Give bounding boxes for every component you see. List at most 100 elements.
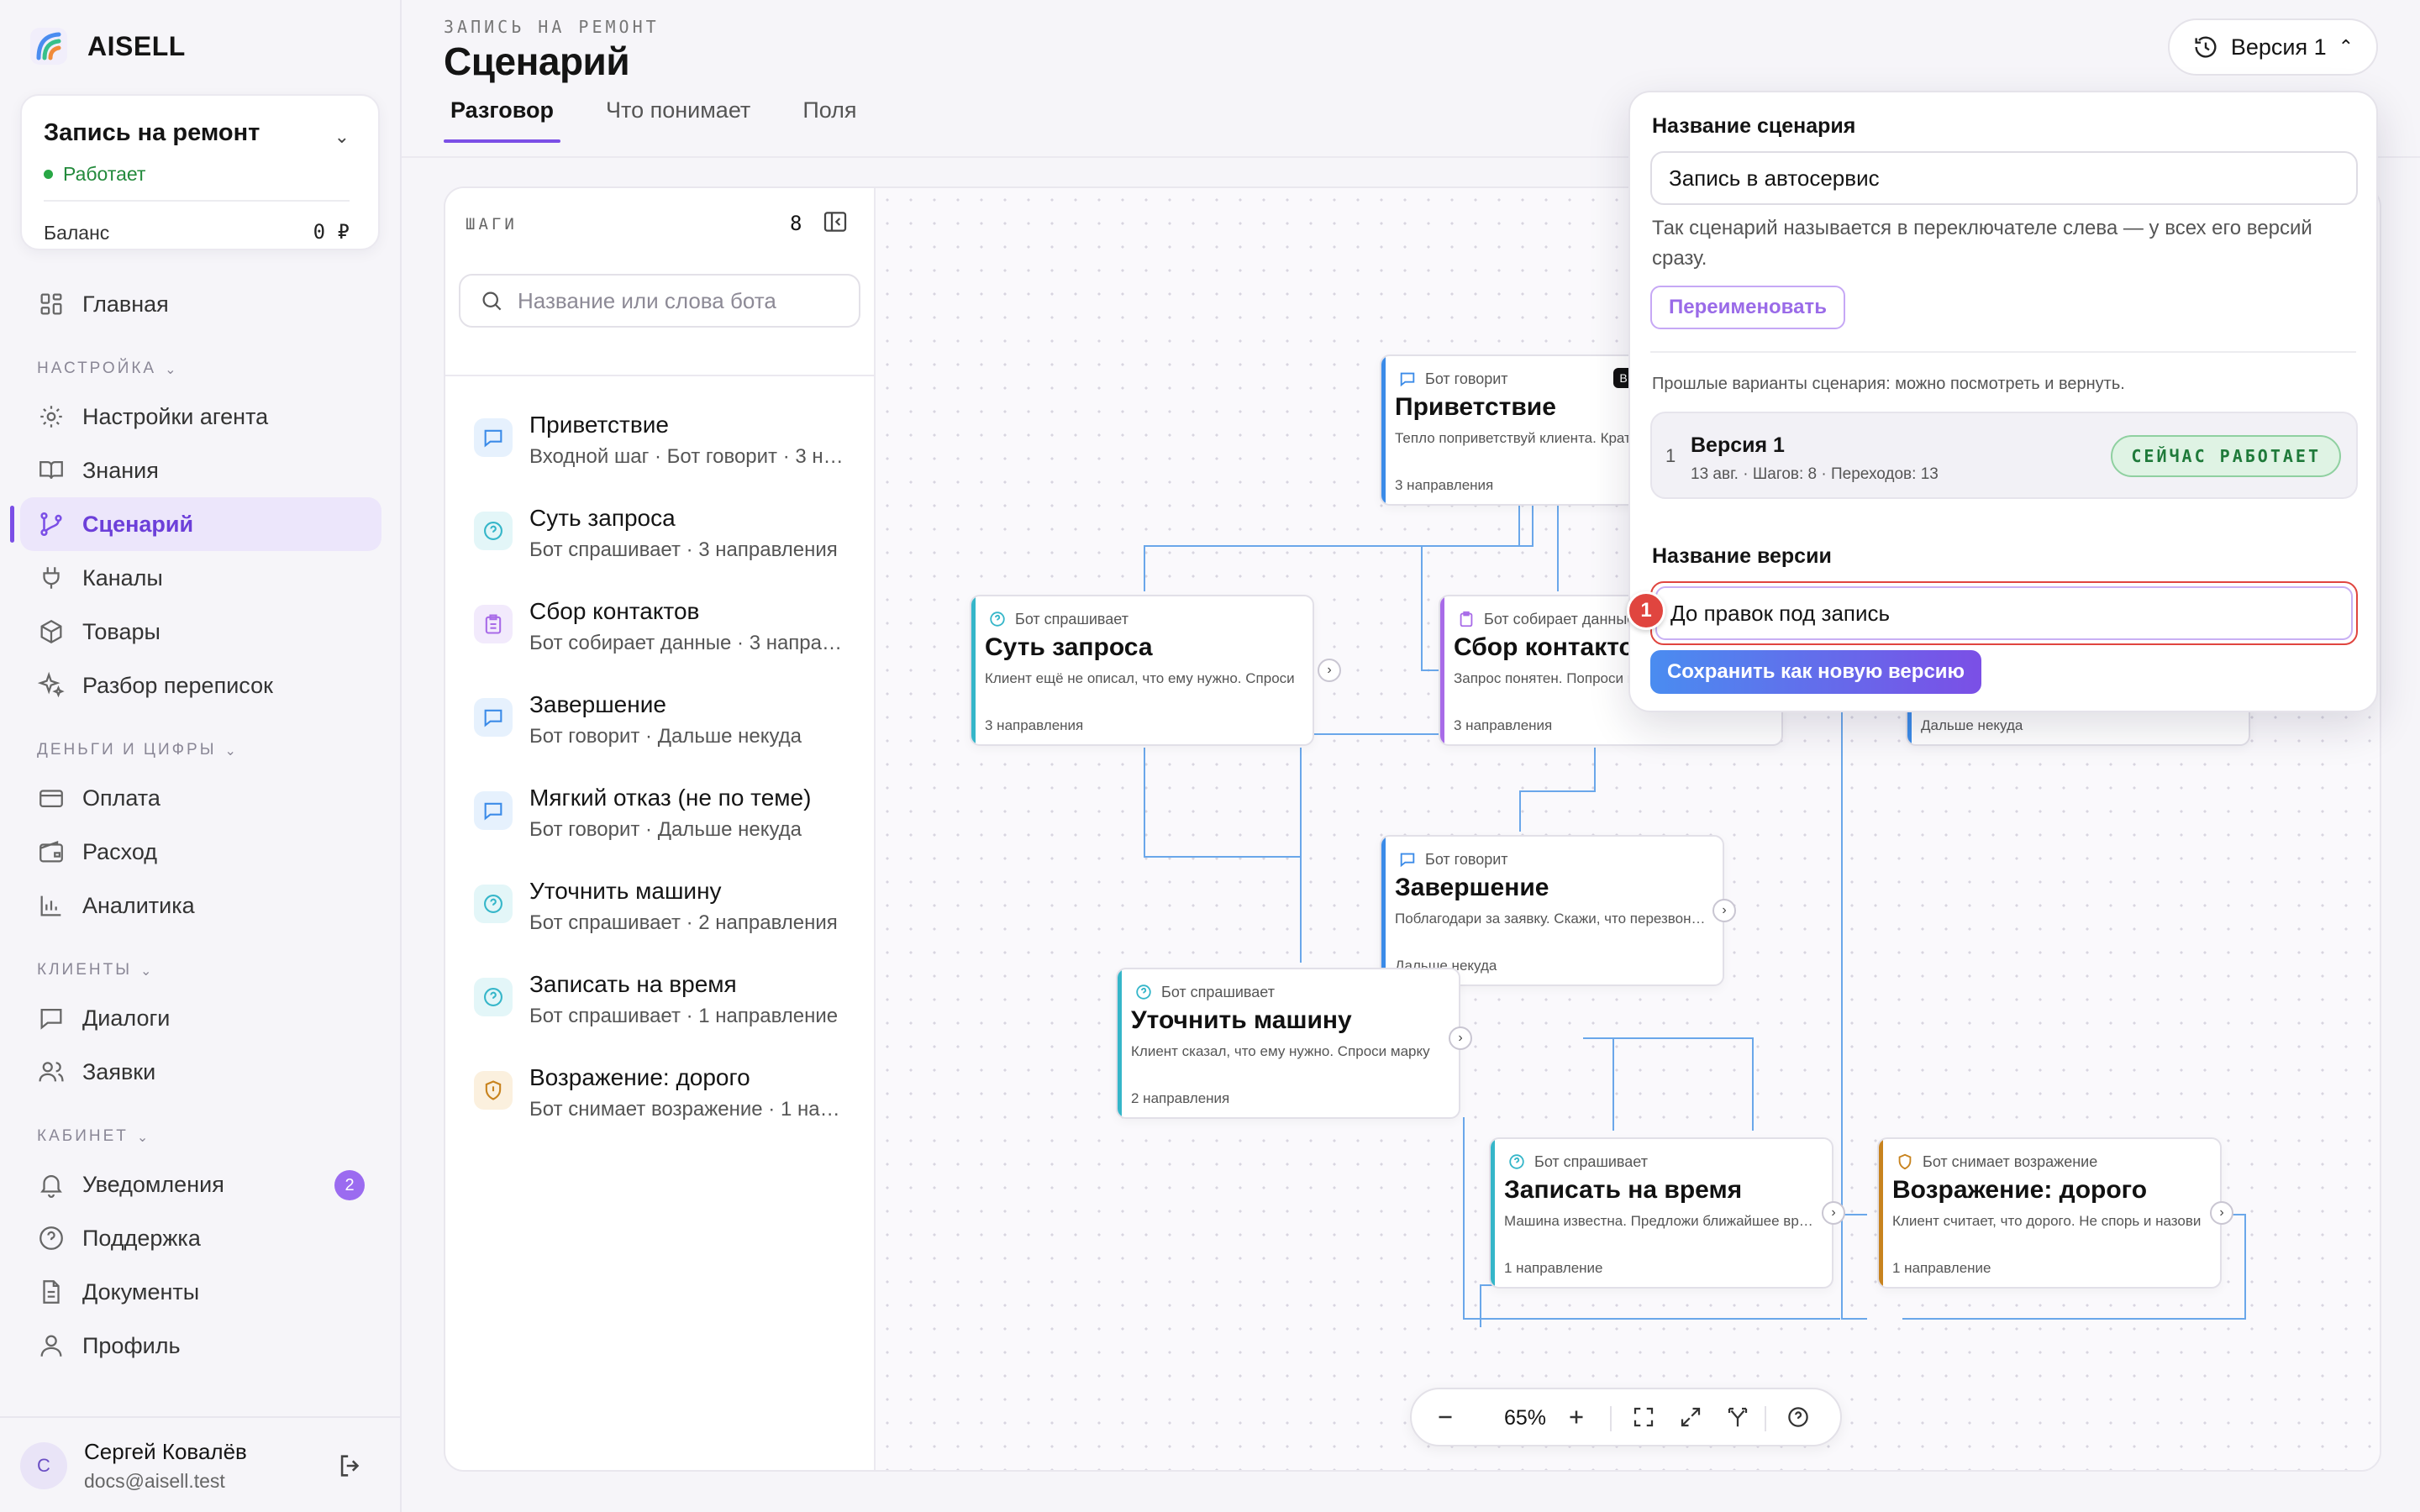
- version-number: 1: [1665, 445, 1676, 466]
- tab-understands[interactable]: Что понимает: [599, 91, 757, 143]
- node-foot: Дальше некуда: [1921, 717, 2023, 733]
- flow-node-car[interactable]: Бот спрашивает Уточнить машину Клиент ск…: [1116, 968, 1460, 1119]
- version-name-input[interactable]: [1655, 586, 2353, 640]
- divider: [1765, 1406, 1766, 1431]
- nav-label: Документы: [82, 1278, 200, 1305]
- steps-search-input[interactable]: [518, 287, 854, 314]
- collapse-panel-icon[interactable]: [822, 208, 849, 235]
- nav-section-cabinet[interactable]: КАБИНЕТ ⌄: [20, 1099, 381, 1158]
- chevron-down-icon: ⌄: [136, 1131, 151, 1145]
- flow-link: [1583, 1037, 1614, 1131]
- flow-link: [1841, 689, 1867, 1320]
- step-title: Суть запроса: [529, 505, 676, 531]
- node-type-label: Бот говорит: [1425, 850, 1508, 868]
- agent-status-text: Работает: [63, 163, 146, 185]
- nav-item-documents[interactable]: Документы: [20, 1265, 381, 1319]
- divider: [44, 200, 350, 202]
- tab-conversation[interactable]: Разговор: [444, 91, 561, 143]
- help-button[interactable]: [1785, 1404, 1812, 1431]
- node-type: Бот спрашивает: [1507, 1152, 1648, 1171]
- nav-item-channels[interactable]: Каналы: [20, 551, 381, 605]
- nav-item-expense[interactable]: Расход: [20, 825, 381, 879]
- node-foot: 3 направления: [985, 717, 1084, 733]
- flow-link: [1480, 1284, 1514, 1327]
- version-switch-button[interactable]: Версия 1 ⌃: [2168, 18, 2378, 76]
- brand-name: AISELL: [87, 30, 186, 61]
- nav-section-label: КАБИНЕТ: [37, 1127, 129, 1145]
- nav-item-home[interactable]: Главная: [20, 277, 381, 331]
- node-foot: 1 направление: [1504, 1260, 1603, 1276]
- logout-icon[interactable]: [336, 1452, 365, 1480]
- tab-fields[interactable]: Поля: [796, 91, 863, 143]
- node-title: Уточнить машину: [1131, 1006, 1352, 1034]
- auto-layout-button[interactable]: [1724, 1404, 1751, 1431]
- step-title: Сбор контактов: [529, 598, 700, 624]
- nav-label: Каналы: [82, 564, 163, 591]
- nav-label: Расход: [82, 838, 158, 864]
- nav-item-agent-settings[interactable]: Настройки агента: [20, 390, 381, 444]
- nav-section-label: КЛИЕНТЫ: [37, 961, 133, 979]
- step-desc: Бот снимает возражение · 1 направление: [529, 1098, 849, 1121]
- fit-view-button[interactable]: [1630, 1404, 1657, 1431]
- nav-item-requests[interactable]: Заявки: [20, 1045, 381, 1099]
- node-foot: 1 направление: [1892, 1260, 1991, 1276]
- flow-node-essence[interactable]: Бот спрашивает Суть запроса Клиент ещё н…: [970, 595, 1314, 746]
- step-desc: Бот спрашивает · 1 направление: [529, 1005, 839, 1027]
- version-meta: 13 авг. · Шагов: 8 · Переходов: 13: [1691, 465, 1939, 483]
- list-item[interactable]: Записать на время Бот спрашивает · 1 напр…: [445, 959, 874, 1053]
- brand[interactable]: AISELL: [29, 25, 186, 67]
- nav-label: Главная: [82, 291, 169, 317]
- chevron-down-icon: ⌄: [224, 744, 239, 759]
- nav-item-notifications[interactable]: Уведомления 2: [20, 1158, 381, 1211]
- list-item[interactable]: Завершение Бот говорит · Дальше некуда: [445, 680, 874, 773]
- list-item[interactable]: Приветствие Входной шаг · Бот говорит · 3…: [445, 400, 874, 493]
- nav-item-chat-review[interactable]: Разбор переписок: [20, 659, 381, 712]
- bell-icon: [40, 1175, 62, 1198]
- version-popover: Название сценария Так сценарий называетс…: [1627, 91, 2378, 712]
- list-item[interactable]: Сбор контактов Бот собирает данные · 3 на…: [445, 586, 874, 680]
- list-item[interactable]: Уточнить машину Бот спрашивает · 2 направ…: [445, 866, 874, 959]
- nav-section-settings[interactable]: НАСТРОЙКА ⌄: [20, 331, 381, 390]
- step-title: Завершение: [529, 691, 666, 717]
- zoom-out-button[interactable]: [1432, 1404, 1459, 1431]
- plug-icon: [43, 567, 60, 589]
- list-item[interactable]: Суть запроса Бот спрашивает · 3 направлен…: [445, 493, 874, 586]
- step-list: Приветствие Входной шаг · Бот говорит · 3…: [445, 400, 874, 1146]
- arrow-right-icon[interactable]: ›: [1712, 899, 1736, 922]
- flow-link: [1144, 748, 1302, 963]
- list-item[interactable]: Возражение: дорого Бот снимает возражение…: [445, 1053, 874, 1146]
- step-desc: Бот спрашивает · 3 направления: [529, 538, 838, 561]
- nav-item-dialogs[interactable]: Диалоги: [20, 991, 381, 1045]
- arrow-right-icon[interactable]: ›: [1449, 1026, 1472, 1050]
- nav-section-label: НАСТРОЙКА: [37, 360, 157, 377]
- node-desc: Клиент сказал, что ему нужно. Спроси мар…: [1131, 1043, 1430, 1059]
- avatar[interactable]: С: [20, 1442, 67, 1489]
- nav-item-products[interactable]: Товары: [20, 605, 381, 659]
- nav-item-scenario[interactable]: Сценарий: [10, 497, 381, 551]
- nav-item-knowledge[interactable]: Знания: [20, 444, 381, 497]
- list-item[interactable]: Мягкий отказ (не по теме) Бот говорит · Д…: [445, 773, 874, 866]
- nav-item-profile[interactable]: Профиль: [20, 1319, 381, 1373]
- nav-item-analytics[interactable]: Аналитика: [20, 879, 381, 932]
- arrow-right-icon[interactable]: ›: [2210, 1201, 2233, 1225]
- version-row[interactable]: 1 Версия 1 13 авг. · Шагов: 8 · Переходо…: [1650, 412, 2358, 499]
- rename-button[interactable]: Переименовать: [1650, 286, 1845, 329]
- speech-bubble-icon: [474, 418, 513, 457]
- scenario-name-input[interactable]: [1650, 151, 2358, 205]
- sidebar: AISELL Запись на ремонт ⌄ Работает Балан…: [0, 0, 402, 1512]
- save-new-version-button[interactable]: Сохранить как новую версию: [1650, 650, 1981, 694]
- nav-section-clients[interactable]: КЛИЕНТЫ ⌄: [20, 932, 381, 991]
- nav-section-money[interactable]: ДЕНЬГИ И ЦИФРЫ ⌄: [20, 712, 381, 771]
- nav-item-support[interactable]: Поддержка: [20, 1211, 381, 1265]
- node-type: Бот снимает возражение: [1896, 1152, 2097, 1171]
- flow-node-finish[interactable]: Бот говорит Завершение Поблагодари за за…: [1380, 835, 1724, 986]
- flow-node-book[interactable]: Бот спрашивает Записать на время Машина …: [1489, 1137, 1833, 1289]
- nav-item-payment[interactable]: Оплата: [20, 771, 381, 825]
- arrow-right-icon[interactable]: ›: [1822, 1201, 1845, 1225]
- expand-button[interactable]: [1677, 1404, 1704, 1431]
- arrow-right-icon[interactable]: ›: [1318, 659, 1341, 682]
- zoom-in-button[interactable]: [1563, 1404, 1590, 1431]
- history-note: Прошлые варианты сценария: можно посмотр…: [1652, 375, 2125, 393]
- flow-node-objection[interactable]: Бот снимает возражение Возражение: дорог…: [1877, 1137, 2222, 1289]
- agent-switcher[interactable]: Запись на ремонт ⌄ Работает Баланс 0 ₽: [20, 94, 380, 250]
